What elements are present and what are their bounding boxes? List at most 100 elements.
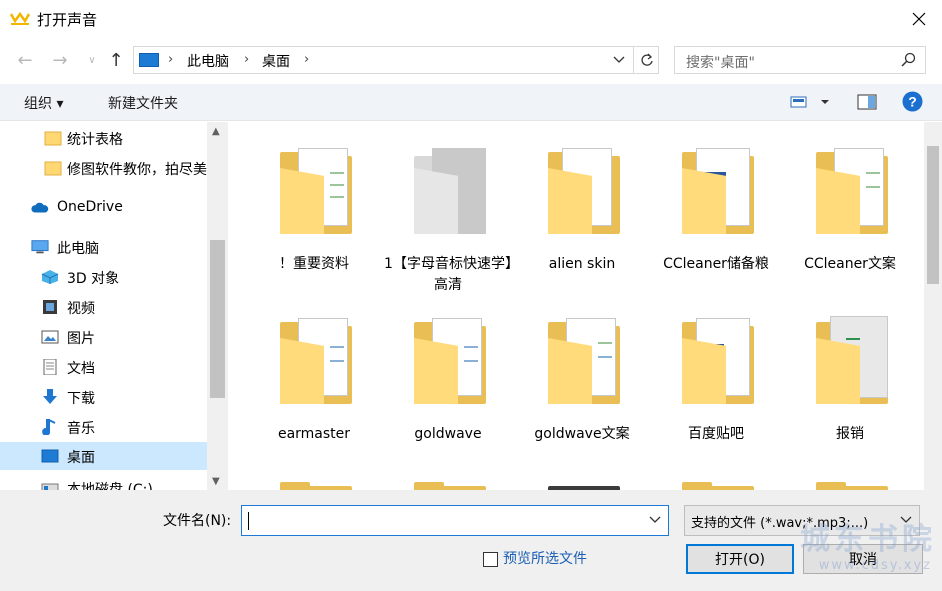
computer-icon bbox=[31, 240, 49, 254]
filename-input[interactable] bbox=[241, 505, 669, 536]
list-item[interactable] bbox=[786, 462, 914, 490]
window-title: 打开声音 bbox=[37, 11, 98, 29]
folder-icon bbox=[786, 302, 914, 414]
up-button[interactable]: ↑ bbox=[104, 48, 128, 72]
sidebar-item-3d-objects[interactable]: 3D 对象 bbox=[0, 263, 207, 291]
command-toolbar: 组织 ▾ 新建文件夹 ? bbox=[0, 84, 942, 121]
address-bar[interactable]: › 此电脑 › 桌面 › bbox=[133, 46, 659, 74]
folder-icon bbox=[250, 302, 378, 414]
drive-icon bbox=[41, 483, 59, 490]
view-options-button[interactable] bbox=[790, 95, 836, 113]
cloud-icon bbox=[31, 202, 49, 213]
search-placeholder: 搜索"桌面" bbox=[686, 55, 755, 71]
folder-icon: W bbox=[652, 132, 780, 244]
folder-icon bbox=[786, 132, 914, 244]
search-box[interactable]: 搜索"桌面" bbox=[674, 46, 926, 74]
back-button[interactable]: ← bbox=[13, 48, 37, 72]
recent-locations-button[interactable]: ∨ bbox=[80, 48, 104, 72]
list-item[interactable]: CCleaner文案 bbox=[786, 132, 914, 275]
new-folder-button[interactable]: 新建文件夹 bbox=[108, 93, 178, 113]
breadcrumb-separator-icon: › bbox=[304, 52, 310, 67]
refresh-icon bbox=[640, 53, 653, 66]
folder-icon bbox=[44, 131, 62, 146]
list-item[interactable] bbox=[250, 462, 378, 490]
scroll-down-icon[interactable]: ▼ bbox=[212, 476, 220, 487]
list-item[interactable]: W CCleaner储备粮 bbox=[652, 132, 780, 275]
download-icon bbox=[43, 389, 57, 404]
folder-icon bbox=[250, 462, 378, 490]
list-item[interactable]: W 百度贴吧 bbox=[652, 302, 780, 445]
preview-checkbox[interactable] bbox=[483, 552, 498, 567]
list-item[interactable]: goldwave bbox=[384, 302, 512, 445]
close-button[interactable] bbox=[896, 0, 942, 38]
folder-icon bbox=[44, 161, 62, 176]
list-item[interactable]: W alien skin bbox=[518, 132, 646, 275]
sidebar-item-music[interactable]: 音乐 bbox=[0, 413, 207, 441]
help-button[interactable]: ? bbox=[902, 91, 923, 116]
dialog-footer: 文件名(N): 支持的文件 (*.wav;*.mp3;...) 预览所选文件 打… bbox=[0, 490, 942, 591]
help-icon: ? bbox=[902, 91, 923, 112]
folder-icon bbox=[786, 462, 914, 490]
refresh-button[interactable] bbox=[633, 46, 659, 74]
list-item[interactable] bbox=[652, 462, 780, 490]
app-icon bbox=[10, 11, 30, 25]
sidebar-scrollbar[interactable]: ▲ ▼ bbox=[207, 122, 228, 490]
sidebar-item-local-disk[interactable]: 本地磁盘 (C:) bbox=[0, 474, 207, 490]
list-item[interactable]: 报销 bbox=[786, 302, 914, 445]
sidebar-item-desktop[interactable]: 桌面 bbox=[0, 442, 207, 470]
list-item[interactable]: earmaster bbox=[250, 302, 378, 445]
computer-icon bbox=[139, 53, 159, 67]
cube-icon bbox=[41, 270, 59, 284]
folder-icon bbox=[250, 132, 378, 244]
watermark-url: www.cdsy.xyz bbox=[818, 558, 932, 573]
folder-icon: W bbox=[652, 302, 780, 414]
forward-button[interactable]: → bbox=[48, 48, 72, 72]
arrow-left-icon: ← bbox=[17, 49, 33, 71]
title-bar: 打开声音 bbox=[0, 0, 942, 38]
breadcrumb-this-pc[interactable]: 此电脑 bbox=[187, 51, 229, 71]
scroll-up-icon[interactable]: ▲ bbox=[212, 126, 220, 137]
desktop-icon bbox=[41, 449, 59, 463]
chevron-down-icon: ∨ bbox=[88, 54, 96, 66]
address-dropdown[interactable] bbox=[606, 47, 632, 73]
sidebar-item-onedrive[interactable]: OneDrive bbox=[0, 194, 207, 222]
close-icon bbox=[912, 12, 926, 26]
navigation-pane: 统计表格 修图软件教你，拍尽美 OneDrive 此电脑 3D 对象 视频 图片 bbox=[0, 122, 228, 490]
svg-text:?: ? bbox=[908, 94, 917, 110]
list-item[interactable] bbox=[518, 462, 646, 490]
film-icon bbox=[43, 300, 57, 314]
picture-icon bbox=[41, 330, 59, 344]
list-item[interactable] bbox=[384, 462, 512, 490]
folder-icon: W bbox=[518, 132, 646, 244]
breadcrumb-separator-icon: › bbox=[168, 52, 174, 67]
sidebar-item-pictures[interactable]: 图片 bbox=[0, 323, 207, 351]
list-item[interactable]: 1【字母音标快速学】高清 bbox=[384, 132, 512, 296]
scrollbar-thumb[interactable] bbox=[210, 240, 225, 398]
preview-pane-button[interactable] bbox=[857, 94, 877, 114]
scrollbar-thumb[interactable] bbox=[927, 146, 939, 284]
sidebar-item-documents[interactable]: 文档 bbox=[0, 353, 207, 381]
preview-label[interactable]: 预览所选文件 bbox=[503, 548, 587, 568]
folder-icon bbox=[384, 132, 512, 244]
sidebar-item-tongji[interactable]: 统计表格 bbox=[0, 124, 207, 152]
folder-icon bbox=[518, 462, 646, 490]
sidebar-item-downloads[interactable]: 下载 bbox=[0, 383, 207, 411]
folder-icon bbox=[384, 462, 512, 490]
list-item[interactable]: ！重要资料 bbox=[250, 132, 378, 275]
file-list-scrollbar[interactable] bbox=[924, 122, 942, 490]
chevron-down-icon[interactable] bbox=[648, 512, 662, 526]
file-list: ！重要资料 1【字母音标快速学】高清 W alien skin bbox=[228, 122, 942, 490]
sidebar-item-xiutu[interactable]: 修图软件教你，拍尽美 bbox=[0, 154, 207, 182]
sidebar-item-videos[interactable]: 视频 bbox=[0, 293, 207, 321]
organize-menu[interactable]: 组织 ▾ bbox=[24, 93, 63, 113]
sidebar-item-this-pc[interactable]: 此电脑 bbox=[0, 233, 207, 261]
watermark-logo: 城东书院 bbox=[800, 522, 936, 557]
arrow-right-icon: → bbox=[52, 49, 68, 71]
open-button[interactable]: 打开(O) bbox=[686, 544, 794, 574]
music-icon bbox=[42, 419, 56, 435]
breadcrumb-desktop[interactable]: 桌面 bbox=[262, 51, 290, 71]
preview-pane-icon bbox=[857, 94, 877, 110]
list-item[interactable]: goldwave文案 bbox=[518, 302, 646, 445]
folder-icon bbox=[384, 302, 512, 414]
filename-label: 文件名(N): bbox=[163, 513, 232, 529]
